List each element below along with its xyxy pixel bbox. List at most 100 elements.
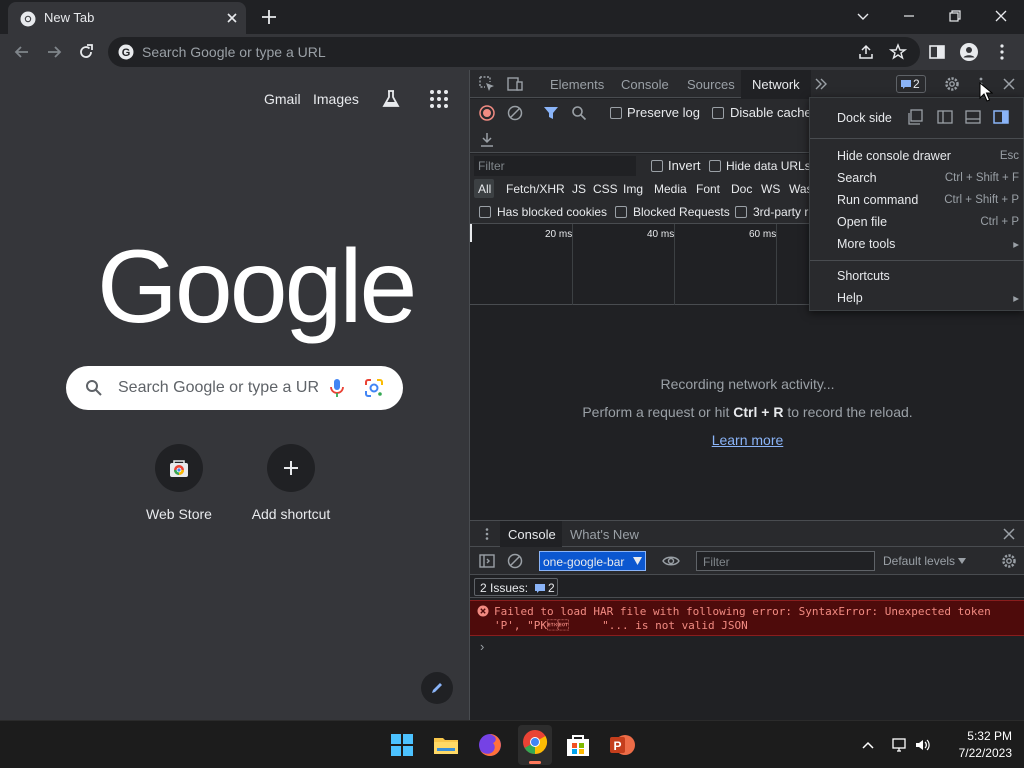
drawer-tab-console[interactable]: Console [500,521,562,547]
third-party-checkbox[interactable] [735,206,747,218]
share-icon[interactable] [856,42,876,62]
record-hint: Perform a request or hit Ctrl + R to rec… [470,404,1024,420]
kebab-menu-icon[interactable] [992,42,1012,62]
console-settings-gear-icon[interactable] [1000,552,1018,570]
clear-icon[interactable] [506,104,524,122]
gmail-link[interactable]: Gmail [264,91,301,107]
network-filter-input[interactable]: Filter [474,156,636,176]
drawer-tab-whats-new[interactable]: What's New [570,527,639,542]
tab-network[interactable]: Network [741,70,811,98]
bookmark-star-icon[interactable] [888,42,908,62]
volume-icon[interactable] [914,736,932,754]
learn-more-text[interactable]: Learn more [712,432,784,448]
close-drawer-icon[interactable] [1002,527,1016,541]
menu-item-shortcuts[interactable]: Shortcuts [810,266,1024,286]
network-icon[interactable] [891,736,909,754]
menu-item-help[interactable]: Help ▸ [810,288,1024,308]
chevron-down-icon[interactable] [853,6,873,26]
undock-icon[interactable] [907,108,925,126]
minimize-icon[interactable] [899,6,919,26]
close-icon[interactable] [224,10,240,26]
issues-pill[interactable]: 2 Issues: 2 [474,578,558,596]
google-lens-icon[interactable] [363,377,385,399]
shortcut-web-store[interactable]: Web Store [124,442,234,532]
chevron-up-icon[interactable] [860,737,876,753]
labs-flask-icon[interactable] [380,88,402,110]
log-levels-dropdown[interactable]: Default levels [883,553,968,571]
tab-network-label: Network [752,77,800,92]
preserve-log-checkbox[interactable] [610,107,622,119]
console-prompt[interactable]: › [480,639,484,654]
menu-item-hide-console-drawer[interactable]: Hide console drawer Esc [810,146,1024,166]
dock-bottom-icon[interactable] [964,108,982,126]
clear-console-icon[interactable] [506,552,524,570]
plus-icon[interactable] [260,8,278,26]
invert-checkbox[interactable] [651,160,663,172]
chrome-taskbar-button[interactable] [518,725,552,765]
menu-item-open-file[interactable]: Open file Ctrl + P [810,212,1024,232]
menu-item-more-tools[interactable]: More tools ▸ [810,234,1024,254]
tab-elements[interactable]: Elements [550,77,604,92]
firefox-icon[interactable] [474,729,506,761]
apps-grid-icon[interactable] [429,89,449,109]
menu-item-run-command[interactable]: Run command Ctrl + Shift + P [810,190,1024,210]
type-filter-font[interactable]: Font [696,182,720,196]
issues-pill-label: 2 Issues: [480,581,529,595]
dock-side-label: Dock side [837,111,892,125]
type-filter-img[interactable]: Img [623,182,643,196]
forward-icon[interactable] [44,42,64,62]
issues-badge[interactable]: 2 [896,75,926,93]
error-text: Failed to load HAR file with following e… [494,605,991,633]
import-har-icon[interactable] [478,131,496,149]
console-filter-input[interactable]: Filter [696,551,875,571]
device-toolbar-icon[interactable] [506,75,524,93]
search-icon[interactable] [570,104,588,122]
eye-icon[interactable] [662,552,680,570]
restore-icon[interactable] [945,6,965,26]
tab-console[interactable]: Console [621,77,669,92]
type-filter-fetch-xhr[interactable]: Fetch/XHR [506,182,565,196]
microsoft-store-icon[interactable] [562,729,594,761]
windows-start-icon[interactable] [386,729,418,761]
window-close-icon[interactable] [991,6,1011,26]
record-stop-icon[interactable] [478,104,496,122]
filter-funnel-icon[interactable] [542,104,560,122]
dock-right-icon[interactable] [992,108,1010,126]
clock-date[interactable]: 7/22/2023 [932,746,1012,760]
type-filter-doc[interactable]: Doc [731,182,752,196]
sidebar-toggle-icon[interactable] [478,552,496,570]
menu-item-search[interactable]: Search Ctrl + Shift + F [810,168,1024,188]
omnibox[interactable]: G Search Google or type a URL [108,37,920,67]
hide-data-urls-checkbox[interactable] [709,160,721,172]
type-filter-ws[interactable]: WS [761,182,780,196]
clock-time[interactable]: 5:32 PM [932,729,1012,743]
has-blocked-cookies-checkbox[interactable] [479,206,491,218]
tab-new-tab[interactable]: New Tab [8,2,246,34]
images-link[interactable]: Images [313,91,359,107]
type-filter-js[interactable]: JS [572,182,586,196]
file-explorer-icon[interactable] [430,729,462,761]
customize-button[interactable] [421,672,453,704]
console-error-message[interactable]: Failed to load HAR file with following e… [470,600,1024,636]
type-filter-media[interactable]: Media [654,182,687,196]
tab-sources[interactable]: Sources [687,77,735,92]
inspect-element-icon[interactable] [478,75,496,93]
ntp-search-box[interactable]: Search Google or type a URL [66,366,403,410]
more-tabs-icon[interactable] [812,75,830,93]
context-select[interactable]: one-google-bar [539,551,646,571]
dock-left-icon[interactable] [936,108,954,126]
shortcut-add[interactable]: Add shortcut [236,442,346,532]
disable-cache-checkbox[interactable] [712,107,724,119]
back-icon[interactable] [12,42,32,62]
profile-icon[interactable] [959,42,979,62]
side-panel-icon[interactable] [927,42,947,62]
drawer-menu-icon[interactable] [480,527,494,541]
close-devtools-icon[interactable] [1000,75,1018,93]
type-filter-css[interactable]: CSS [593,182,618,196]
powerpoint-icon[interactable]: P [606,729,638,761]
settings-gear-icon[interactable] [943,75,961,93]
microphone-icon[interactable] [327,377,347,399]
blocked-requests-checkbox[interactable] [615,206,627,218]
reload-icon[interactable] [76,42,96,62]
record-hint-pre: Perform a request or hit [582,404,734,420]
